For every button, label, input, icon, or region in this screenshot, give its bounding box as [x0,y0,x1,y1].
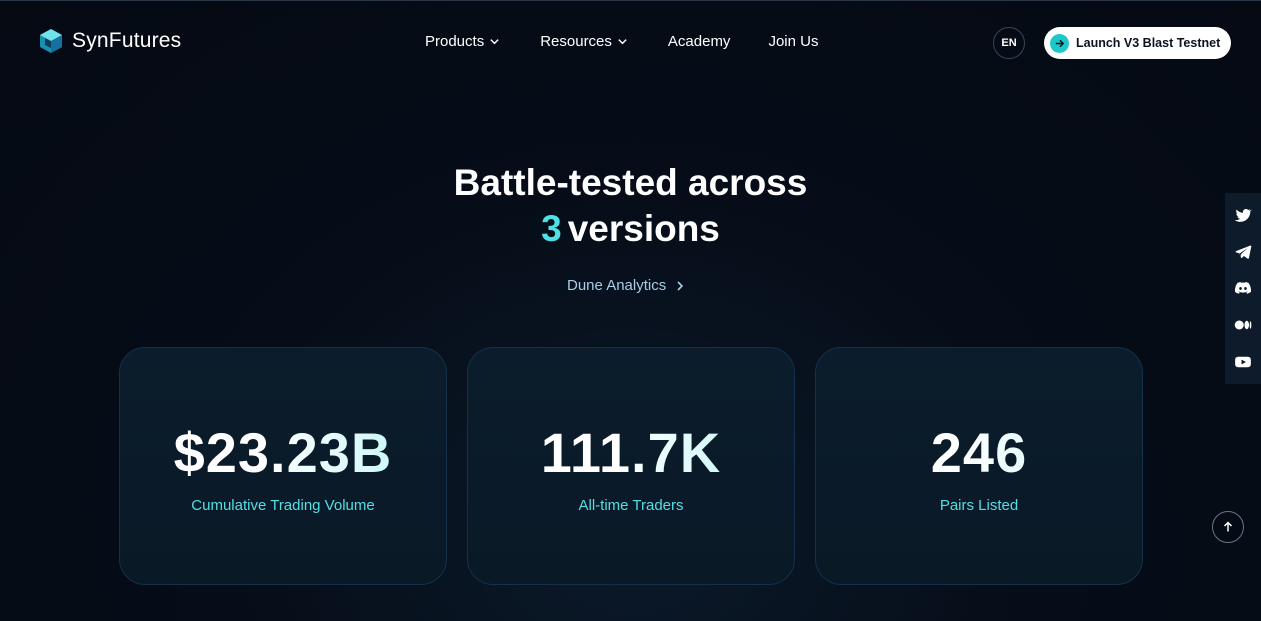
brand-name: SynFutures [72,29,182,52]
stat-value: 246 [816,420,1142,485]
chevron-down-icon [618,39,627,45]
nav-resources-label: Resources [540,33,612,50]
stat-label: All-time Traders [578,497,684,514]
telegram-icon[interactable] [1234,243,1252,261]
youtube-icon[interactable] [1234,353,1252,371]
stat-label: Pairs Listed [939,497,1019,514]
chevron-right-icon [677,280,684,291]
dune-analytics-label: Dune Analytics [567,277,667,294]
synfutures-logo-icon [40,29,62,53]
twitter-icon[interactable] [1234,206,1252,224]
hero-title-line1: Battle-tested across [453,162,808,203]
medium-icon[interactable] [1234,316,1252,334]
launch-testnet-button[interactable]: Launch V3 Blast Testnet [1044,27,1231,59]
launch-testnet-label: Launch V3 Blast Testnet [1076,36,1221,50]
arrow-right-icon [1050,33,1069,53]
stat-value: 111.7K [468,420,794,485]
language-selector[interactable]: EN [993,27,1025,59]
stat-card-volume: $23.23B Cumulative Trading Volume [119,347,447,585]
scroll-to-top-button[interactable] [1212,511,1244,543]
nav-join-us[interactable]: Join Us [768,33,818,50]
hero-title-line2-rest: versions [567,208,720,249]
brand-logo[interactable]: SynFutures [38,28,181,54]
hero-title: Battle-tested across 3 versions [0,160,1261,252]
nav-resources[interactable]: Resources [540,33,628,50]
nav-products-label: Products [425,33,485,50]
stat-value: $23.23B [120,420,446,485]
page: SynFutures Products Resources Academy Jo… [0,0,1261,621]
social-links-rail [1225,193,1261,384]
hero-accent-number: 3 [541,208,562,249]
stat-card-traders: 111.7K All-time Traders [467,347,795,585]
dune-analytics-link[interactable]: Dune Analytics [567,277,686,294]
stat-card-pairs: 246 Pairs Listed [815,347,1143,585]
stat-label: Cumulative Trading Volume [191,497,375,514]
arrow-up-icon [1223,521,1233,532]
top-divider [0,0,1261,1]
nav-products[interactable]: Products [425,33,500,50]
hero-title-line2: 3 versions [0,206,1261,252]
nav-academy[interactable]: Academy [668,33,731,50]
discord-icon[interactable] [1234,279,1252,297]
main-nav: Products Resources Academy Join Us [425,33,818,50]
nav-join-us-label: Join Us [768,33,819,50]
chevron-down-icon [490,39,499,45]
nav-academy-label: Academy [667,33,731,50]
